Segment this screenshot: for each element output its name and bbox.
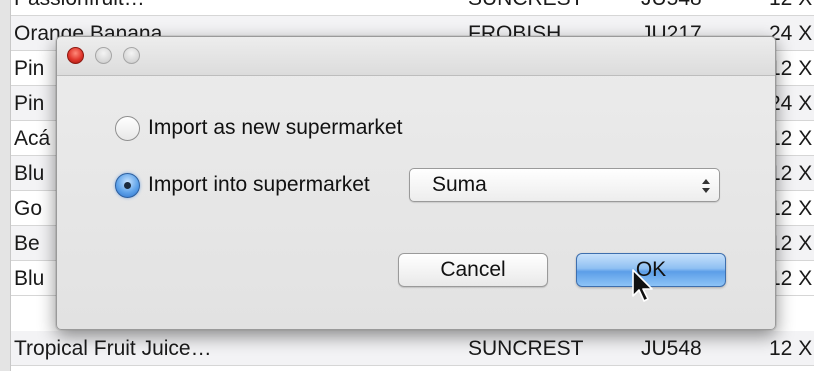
table-row[interactable]: Tropical Fruit Juice… SUNCREST JU548 12 …: [11, 331, 814, 366]
import-dialog: Import as new supermarket Import into su…: [56, 36, 776, 330]
supermarket-select-value: Suma: [432, 173, 487, 196]
radio-selected-dot: [124, 181, 131, 189]
import-into-label: Import into supermarket: [148, 173, 370, 196]
mouse-pointer-icon: [632, 269, 653, 302]
qty-cell: 12 X: [769, 0, 812, 16]
product-name-cell: Passionfruit…: [14, 0, 145, 16]
brand-cell: SUNCREST: [468, 0, 584, 16]
import-into-option[interactable]: Import into supermarket: [115, 170, 370, 200]
import-as-new-label: Import as new supermarket: [148, 116, 403, 139]
code-cell: JU548: [641, 337, 702, 360]
up-down-chevron-icon: [702, 179, 710, 193]
window-edge: [0, 0, 11, 371]
product-name-cell: Blu: [14, 162, 45, 185]
import-as-new-radio[interactable]: [115, 115, 140, 141]
close-window-icon[interactable]: [67, 47, 84, 64]
dialog-titlebar[interactable]: [57, 37, 775, 76]
cancel-button[interactable]: Cancel: [398, 253, 548, 287]
product-name-cell: Tropical Fruit Juice…: [14, 337, 212, 360]
product-name-cell: Blu: [14, 267, 45, 290]
brand-cell: SUNCREST: [468, 337, 584, 360]
minimize-window-icon[interactable]: [95, 47, 112, 64]
supermarket-select[interactable]: Suma: [409, 168, 720, 202]
table-row[interactable]: Passionfruit… SUNCREST JU548 12 X: [11, 0, 814, 16]
qty-cell: 12 X: [769, 337, 813, 360]
import-into-radio[interactable]: [115, 172, 140, 198]
product-name-cell: Pin: [14, 57, 45, 80]
product-name-cell: Pin: [14, 92, 45, 115]
product-name-cell: Acá: [14, 127, 51, 150]
screen: Passionfruit… SUNCREST JU548 12 X Orange…: [0, 0, 814, 371]
zoom-window-icon[interactable]: [123, 47, 140, 64]
product-name-cell: Go: [14, 197, 43, 220]
product-name-cell: Be: [14, 232, 40, 255]
code-cell: JU548: [641, 0, 702, 16]
import-as-new-option[interactable]: Import as new supermarket: [115, 113, 402, 143]
